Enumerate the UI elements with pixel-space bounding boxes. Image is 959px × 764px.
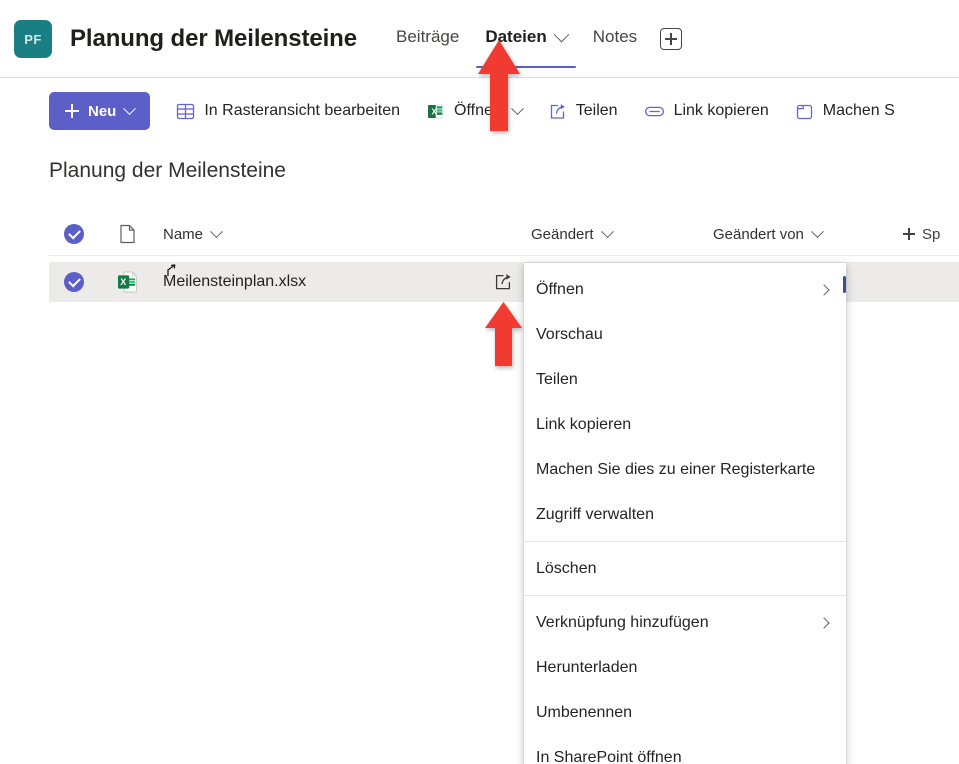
menu-item-label: Link kopieren xyxy=(536,415,632,433)
add-column-label: Sp xyxy=(922,225,941,243)
column-headers: Name Geändert Geändert von Sp xyxy=(49,213,959,255)
chevron-right-icon xyxy=(818,616,830,629)
menu-item-herunterladen[interactable]: Herunterladen xyxy=(524,645,846,690)
tab-label: Notes xyxy=(592,27,638,46)
menu-item-link-kopieren[interactable]: Link kopieren xyxy=(524,402,846,447)
command-label: Link kopieren xyxy=(673,102,769,119)
column-header-modified[interactable]: Geändert xyxy=(531,224,713,243)
menu-item-label: Öffnen xyxy=(536,280,584,298)
copy-link-button[interactable]: Link kopieren xyxy=(644,102,769,121)
excel-file-icon: X xyxy=(428,104,444,118)
column-header-name[interactable]: Name xyxy=(155,224,531,243)
column-label: Geändert von xyxy=(713,225,804,243)
document-icon xyxy=(119,224,135,244)
plus-icon xyxy=(65,104,79,118)
menu-divider xyxy=(524,595,846,596)
row-select-cell[interactable] xyxy=(49,272,99,292)
context-menu-scrollbar[interactable] xyxy=(843,276,846,293)
menu-item-loeschen[interactable]: Löschen xyxy=(524,546,846,591)
menu-item-umbenennen[interactable]: Umbenennen xyxy=(524,690,846,735)
tab-page-icon xyxy=(796,104,812,119)
arrow-pointing-more-options xyxy=(485,302,522,366)
command-label: In Rasteransicht bearbeiten xyxy=(204,102,401,119)
command-label: Teilen xyxy=(575,102,618,119)
file-type-column[interactable] xyxy=(99,224,155,244)
team-avatar: PF xyxy=(14,20,52,58)
tab-beitraege[interactable]: Beiträge xyxy=(383,0,472,78)
menu-item-label: Machen Sie dies zu einer Registerkarte xyxy=(536,460,816,478)
column-header-modified-by[interactable]: Geändert von xyxy=(713,224,903,243)
tab-label: Beiträge xyxy=(396,27,460,46)
menu-item-label: Löschen xyxy=(536,559,597,577)
grid-table-icon xyxy=(177,103,195,119)
menu-item-label: Umbenennen xyxy=(536,703,633,721)
tab-bar: Beiträge Dateien Notes xyxy=(383,0,683,78)
menu-item-label: Verknüpfung hinzufügen xyxy=(536,613,709,631)
column-label: Geändert xyxy=(531,225,594,243)
library-title: Planung der Meilensteine xyxy=(49,159,286,182)
chevron-down-icon xyxy=(123,101,137,115)
add-column-button[interactable]: Sp xyxy=(903,226,940,243)
make-tab-button[interactable]: Machen S xyxy=(795,102,895,121)
link-icon xyxy=(644,106,664,116)
add-tab-button[interactable] xyxy=(660,28,683,50)
new-button[interactable]: Neu xyxy=(49,92,151,130)
new-button-label: Neu xyxy=(88,102,117,120)
column-header-divider xyxy=(49,255,959,256)
menu-item-teilen[interactable]: Teilen xyxy=(524,357,846,402)
teams-files-window: PF Planung der Meilensteine Beiträge Dat… xyxy=(0,0,959,764)
menu-item-label: Zugriff verwalten xyxy=(536,505,654,523)
menu-item-label: In SharePoint öffnen xyxy=(536,748,682,764)
arrow-pointing-dateien-tab xyxy=(478,40,520,131)
menu-item-machen-sie-dies-zu-einer-registerkarte[interactable]: Machen Sie dies zu einer Registerkarte xyxy=(524,447,846,492)
plus-icon xyxy=(903,228,915,240)
chevron-right-icon xyxy=(818,283,830,296)
menu-item-in-sharepoint-oeffnen[interactable]: In SharePoint öffnen xyxy=(524,735,846,764)
checkmark-circle-icon[interactable] xyxy=(64,272,84,292)
menu-item-label: Teilen xyxy=(536,370,578,388)
svg-text:X: X xyxy=(432,107,438,116)
file-name-label: Meilensteinplan.xlsx xyxy=(163,273,307,290)
page-title: Planung der Meilensteine xyxy=(70,25,357,52)
select-all-cell[interactable] xyxy=(49,224,99,244)
column-label: Name xyxy=(163,225,204,243)
menu-item-label: Herunterladen xyxy=(536,658,638,676)
file-context-menu: Öffnen Vorschau Teilen Link kopieren Mac… xyxy=(524,263,846,764)
menu-item-verknuepfung-hinzufuegen[interactable]: Verknüpfung hinzufügen xyxy=(524,600,846,645)
menu-item-oeffnen[interactable]: Öffnen xyxy=(524,267,846,312)
row-file-icon-cell: X xyxy=(99,270,155,294)
excel-file-icon: X xyxy=(117,271,137,293)
checkmark-circle-icon[interactable] xyxy=(64,224,84,244)
chevron-down-icon[interactable] xyxy=(553,26,570,42)
edit-in-grid-view-button[interactable]: In Rasteransicht bearbeiten xyxy=(176,102,400,121)
menu-item-label: Vorschau xyxy=(536,325,603,343)
svg-text:X: X xyxy=(120,277,126,287)
chevron-down-icon xyxy=(811,224,824,238)
avatar-initials: PF xyxy=(24,31,42,47)
chevron-down-icon xyxy=(210,224,223,238)
tab-notes[interactable]: Notes xyxy=(580,0,650,78)
menu-divider xyxy=(524,541,846,542)
share-icon[interactable] xyxy=(493,272,513,292)
menu-item-zugriff-verwalten[interactable]: Zugriff verwalten xyxy=(524,492,846,537)
command-label: Machen S xyxy=(822,102,895,119)
row-file-name[interactable]: Meilensteinplan.xlsx xyxy=(155,264,493,291)
chevron-down-icon xyxy=(600,224,614,238)
menu-item-vorschau[interactable]: Vorschau xyxy=(524,312,846,357)
share-icon xyxy=(550,103,565,119)
share-button[interactable]: Teilen xyxy=(548,102,618,121)
